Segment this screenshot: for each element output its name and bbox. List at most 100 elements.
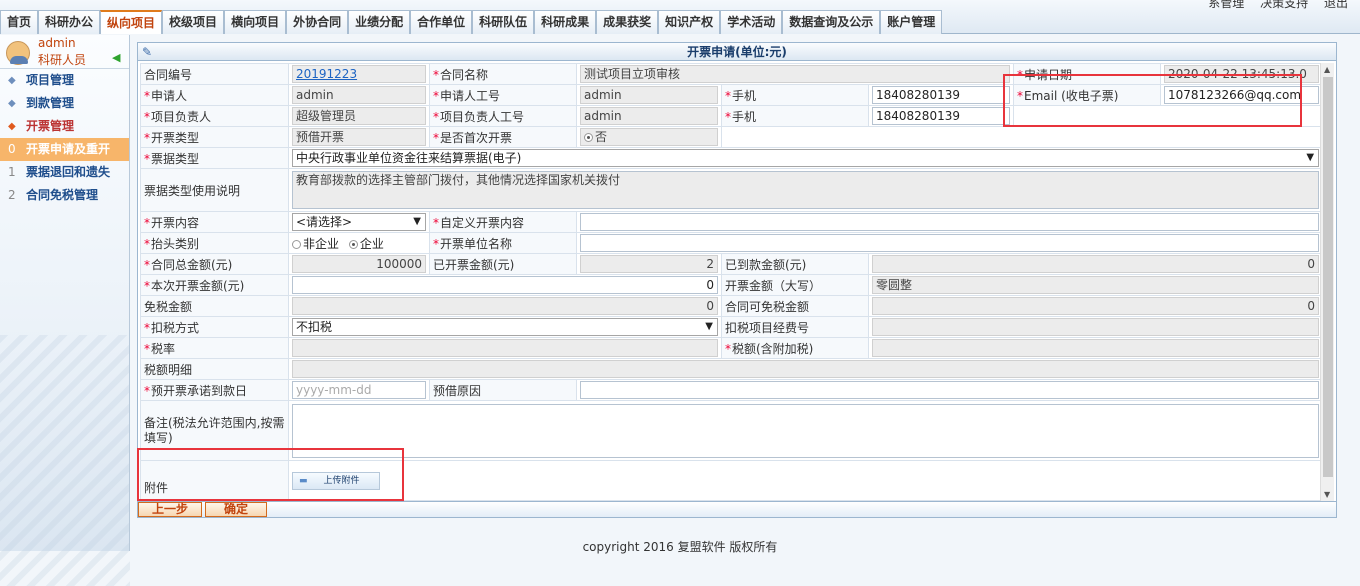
contract-no-field[interactable]: 20191223: [292, 65, 426, 83]
vertical-scrollbar[interactable]: ▲ ▼: [1320, 63, 1334, 501]
row-amounts: *合同总金额(元) 100000 已开票金额(元) 2 已到款金额(元) 0: [140, 253, 1322, 275]
label-promise-date: 预开票承诺到款日: [151, 383, 248, 398]
nav-tab-7[interactable]: 合作单位: [410, 10, 473, 34]
required-mark: *: [144, 278, 150, 293]
content-select[interactable]: <请选择> ▼: [292, 213, 426, 231]
label-phone2: 手机: [732, 109, 757, 124]
title-type-radios: 非企业 企业: [288, 232, 430, 254]
nav-tab-14[interactable]: 账户管理: [880, 10, 943, 34]
top-link-decision[interactable]: 决策支持: [1260, 0, 1308, 10]
sidebar-item-payment[interactable]: ◆ 到款管理: [0, 92, 129, 115]
sidebar-item-invoice[interactable]: ◆ 开票管理: [0, 115, 129, 138]
row-remark: 备注(税法允许范围内,按需填写): [140, 400, 1322, 461]
nav-tab-6[interactable]: 业绩分配: [348, 10, 411, 34]
sidebar-sub-index: 0: [8, 142, 16, 156]
row-bill-desc: 票据类型使用说明 教育部拨款的选择主管部门拨付，其他情况选择国家机关拨付: [140, 168, 1322, 212]
nav-tab-11[interactable]: 知识产权: [658, 10, 721, 34]
label-contract-name: 合同名称: [440, 67, 489, 82]
exempt-avail-field: 0: [872, 297, 1320, 315]
label-apply-date: 申请日期: [1024, 67, 1073, 82]
scroll-down-icon[interactable]: ▼: [1324, 490, 1330, 499]
row-title-type: *抬头类别 非企业 企业 *开票单位名称: [140, 232, 1322, 254]
scroll-up-icon[interactable]: ▲: [1324, 65, 1330, 74]
label-first-invoice: 是否首次开票: [440, 130, 513, 145]
email-input[interactable]: 1078123266@qq.com: [1164, 86, 1320, 104]
label-total: 合同总金额(元): [151, 257, 233, 272]
nav-tab-8[interactable]: 科研队伍: [472, 10, 535, 34]
nav-tab-2[interactable]: 纵向项目: [100, 10, 163, 34]
applicant-field: admin: [292, 86, 426, 104]
custom-content-input[interactable]: [580, 213, 1320, 231]
this-amount-input[interactable]: 0: [292, 276, 718, 294]
bill-type-value: 中央行政事业单位资金往来结算票据(电子): [296, 151, 522, 165]
upload-attachment-button[interactable]: ▬ 上传附件: [292, 471, 380, 490]
label-exempt-avail: 合同可免税金额: [725, 299, 810, 314]
scroll-thumb[interactable]: [1323, 77, 1333, 477]
borrow-reason-input[interactable]: [580, 381, 1320, 399]
row-tax-detail: 税额明细: [140, 358, 1322, 380]
nav-tab-1[interactable]: 科研办公: [38, 10, 101, 34]
nav-tab-4[interactable]: 横向项目: [224, 10, 287, 34]
phone-input[interactable]: 18408280139: [872, 86, 1011, 104]
sidebar-sub-invoice-apply[interactable]: 0 开票申请及重开: [0, 138, 129, 161]
folder-icon: ▬: [299, 475, 308, 486]
invoice-panel: ✎ 开票申请(单位:元) 合同编号 20191223 *合同名称 测试项目立项审…: [137, 42, 1337, 518]
top-links: 系管理 决策支持 退出: [1196, 0, 1348, 11]
collapse-arrow-icon[interactable]: ◀: [112, 51, 120, 64]
sidebar-sub-tax-exempt[interactable]: 2 合同免税管理: [0, 184, 129, 207]
panel-title: 开票申请(单位:元): [687, 45, 787, 59]
tax-rate-field: [292, 339, 718, 357]
prev-step-button[interactable]: 上一步: [138, 502, 202, 517]
top-link-exit[interactable]: 退出: [1324, 0, 1348, 10]
contract-no-link[interactable]: 20191223: [296, 67, 357, 81]
required-mark: *: [433, 215, 439, 230]
label-received: 已到款金额(元): [725, 257, 807, 272]
required-mark: *: [433, 109, 439, 124]
radio-enterprise[interactable]: [348, 239, 358, 249]
label-tax-method: 扣税方式: [151, 320, 200, 335]
nav-tab-12[interactable]: 学术活动: [720, 10, 783, 34]
sidebar-item-project[interactable]: ◆ 项目管理: [0, 69, 129, 92]
required-mark: *: [1017, 88, 1024, 103]
promise-date-input[interactable]: yyyy-mm-dd: [292, 381, 426, 399]
label-leader: 项目负责人: [151, 109, 212, 124]
dropdown-arrow-icon: ▼: [1306, 152, 1315, 163]
radio-non-enterprise[interactable]: [292, 239, 301, 249]
total-field: 100000: [292, 255, 426, 273]
required-mark: *: [433, 88, 439, 103]
nav-tab-9[interactable]: 科研成果: [534, 10, 597, 34]
radio-enterprise-label: 企业: [359, 236, 384, 251]
button-bar: 上一步 确定: [138, 501, 1336, 517]
nav-tab-5[interactable]: 外协合同: [286, 10, 349, 34]
confirm-button[interactable]: 确定: [205, 502, 267, 517]
unit-name-input[interactable]: [580, 234, 1320, 252]
label-invoice-type: 开票类型: [151, 130, 200, 145]
remark-textarea[interactable]: [292, 403, 1320, 458]
phone2-input[interactable]: 18408280139: [872, 107, 1011, 125]
nav-tab-3[interactable]: 校级项目: [162, 10, 225, 34]
nav-tab-10[interactable]: 成果获奖: [596, 10, 659, 34]
upload-label: 上传附件: [323, 475, 360, 486]
bill-type-select[interactable]: 中央行政事业单位资金往来结算票据(电子) ▼: [292, 149, 1320, 167]
tax-method-value: 不扣税: [296, 320, 333, 334]
nav-tab-13[interactable]: 数据查询及公示: [782, 10, 881, 34]
diamond-icon: ◆: [8, 75, 16, 86]
tax-method-select[interactable]: 不扣税 ▼: [292, 318, 718, 336]
diamond-icon: ◆: [8, 121, 16, 132]
nav-tab-0[interactable]: 首页: [0, 10, 39, 34]
label-remark: 备注(税法允许范围内,按需填写): [144, 415, 285, 445]
bill-desc-textarea: 教育部拨款的选择主管部门拨付，其他情况选择国家机关拨付: [292, 171, 1320, 209]
radio-no[interactable]: [584, 133, 593, 142]
row-attachment: 附件 ▬ 上传附件: [140, 460, 1322, 501]
dropdown-arrow-icon: ▼: [705, 321, 713, 332]
top-link-system[interactable]: 系管理: [1208, 0, 1244, 10]
required-mark: *: [144, 257, 150, 272]
content-select-value: <请选择>: [296, 215, 353, 229]
user-box: admin 科研人员 ◀: [0, 35, 129, 69]
sidebar-sub-invoice-return[interactable]: 1 票据退回和遗失: [0, 161, 129, 184]
sidebar-sub-index: 1: [8, 165, 16, 179]
required-mark: *: [144, 383, 150, 398]
label-unit-name: 开票单位名称: [440, 236, 513, 251]
required-mark: *: [725, 341, 731, 356]
sidebar-item-label: 项目管理: [26, 73, 75, 87]
